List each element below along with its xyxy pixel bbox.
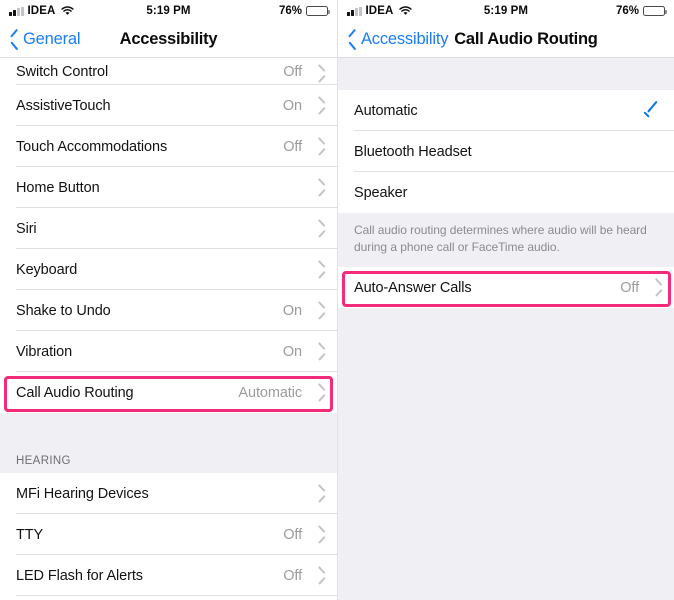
row-home-button[interactable]: Home Button	[0, 167, 337, 208]
battery-icon	[643, 5, 667, 17]
row-value: Off	[283, 138, 302, 155]
row-mfi-hearing-devices[interactable]: MFi Hearing Devices	[0, 473, 337, 514]
row-vibration[interactable]: Vibration On	[0, 331, 337, 372]
row-touch-accommodations[interactable]: Touch Accommodations Off	[0, 126, 337, 167]
row-led-flash-for-alerts[interactable]: LED Flash for Alerts Off	[0, 555, 337, 596]
row-shake-to-undo[interactable]: Shake to Undo On	[0, 290, 337, 331]
accessibility-interaction-group: Switch Control Off AssistiveTouch On Tou…	[0, 58, 337, 413]
back-button-label: Accessibility	[361, 30, 449, 48]
status-bar-clock: 5:19 PM	[483, 5, 529, 17]
row-label: Siri	[16, 220, 37, 237]
checkmark-icon	[644, 103, 662, 118]
row-label: Switch Control	[16, 64, 109, 80]
row-label: TTY	[16, 526, 44, 543]
option-label: Speaker	[354, 184, 408, 201]
row-auto-answer-calls[interactable]: Auto-Answer Calls Off	[338, 267, 674, 309]
settings-list-right[interactable]: Automatic Bluetooth Headset Speaker Call…	[338, 58, 674, 600]
chevron-right-icon	[311, 222, 325, 236]
left-phone-screen: IDEA 5:19 PM 76% General Accessibility S…	[0, 0, 337, 600]
chevron-right-icon	[311, 99, 325, 113]
page-title-call-audio-routing: Call Audio Routing	[454, 30, 598, 48]
settings-list-left[interactable]: Switch Control Off AssistiveTouch On Tou…	[0, 58, 337, 600]
option-label: Bluetooth Headset	[354, 143, 472, 160]
row-keyboard[interactable]: Keyboard	[0, 249, 337, 290]
chevron-right-icon	[311, 528, 325, 542]
page-title-accessibility: Accessibility	[119, 30, 218, 48]
row-value: Off	[283, 567, 302, 584]
option-bluetooth-headset[interactable]: Bluetooth Headset	[338, 131, 674, 172]
row-value: Off	[283, 64, 302, 80]
navigation-bar-right: Accessibility Call Audio Routing	[338, 22, 674, 58]
group-spacer	[0, 413, 337, 445]
option-speaker[interactable]: Speaker	[338, 172, 674, 213]
row-value: Off	[620, 279, 639, 296]
audio-route-options-group: Automatic Bluetooth Headset Speaker	[338, 90, 674, 213]
row-label: LED Flash for Alerts	[16, 567, 143, 584]
row-label: Touch Accommodations	[16, 138, 168, 155]
accessibility-hearing-group: MFi Hearing Devices TTY Off LED Flash fo…	[0, 473, 337, 600]
status-bar-clock: 5:19 PM	[146, 5, 191, 17]
chevron-right-icon	[311, 181, 325, 195]
battery-icon	[306, 5, 330, 17]
chevron-left-icon	[348, 31, 358, 48]
chevron-right-icon	[311, 66, 325, 80]
status-bar-left: IDEA 5:19 PM 76%	[0, 0, 337, 22]
back-button-accessibility[interactable]: Accessibility	[348, 30, 448, 49]
chevron-right-icon	[311, 569, 325, 583]
status-bar-right: IDEA 5:19 PM 76%	[338, 0, 674, 22]
section-header-hearing: HEARING	[0, 445, 337, 473]
row-label: Shake to Undo	[16, 302, 111, 319]
row-value: On	[282, 302, 302, 319]
row-value: On	[282, 343, 302, 360]
dual-screenshot-container: IDEA 5:19 PM 76% General Accessibility S…	[0, 0, 674, 600]
row-label: MFi Hearing Devices	[16, 485, 149, 502]
chevron-right-icon	[311, 345, 325, 359]
row-siri[interactable]: Siri	[0, 208, 337, 249]
option-automatic[interactable]: Automatic	[338, 90, 674, 131]
footer-note-call-audio-routing: Call audio routing determines where audi…	[338, 213, 674, 268]
bottom-spacer	[338, 308, 674, 600]
row-value: Automatic	[238, 384, 302, 401]
navigation-bar-left: General Accessibility	[0, 22, 337, 58]
row-partial-bottom[interactable]	[0, 596, 337, 600]
chevron-right-icon	[311, 386, 325, 400]
row-label: Home Button	[16, 179, 100, 196]
auto-answer-group: Auto-Answer Calls Off	[338, 267, 674, 309]
right-phone-screen: IDEA 5:19 PM 76% Accessibility Call Audi…	[337, 0, 674, 600]
chevron-right-icon	[311, 140, 325, 154]
chevron-right-icon	[311, 487, 325, 501]
row-switch-control[interactable]: Switch Control Off	[0, 58, 337, 85]
row-label: Vibration	[16, 343, 73, 360]
row-label: Keyboard	[16, 261, 78, 278]
chevron-right-icon	[648, 281, 662, 295]
chevron-right-icon	[311, 263, 325, 277]
option-label: Automatic	[354, 102, 418, 119]
row-label: AssistiveTouch	[16, 97, 111, 114]
row-call-audio-routing[interactable]: Call Audio Routing Automatic	[0, 372, 337, 413]
row-value: Off	[283, 526, 302, 543]
row-label: Auto-Answer Calls	[354, 279, 472, 296]
row-value: On	[282, 97, 302, 114]
chevron-right-icon	[311, 304, 325, 318]
row-label: Call Audio Routing	[16, 384, 134, 401]
row-assistivetouch[interactable]: AssistiveTouch On	[0, 85, 337, 126]
row-tty[interactable]: TTY Off	[0, 514, 337, 555]
top-spacer	[338, 58, 674, 90]
